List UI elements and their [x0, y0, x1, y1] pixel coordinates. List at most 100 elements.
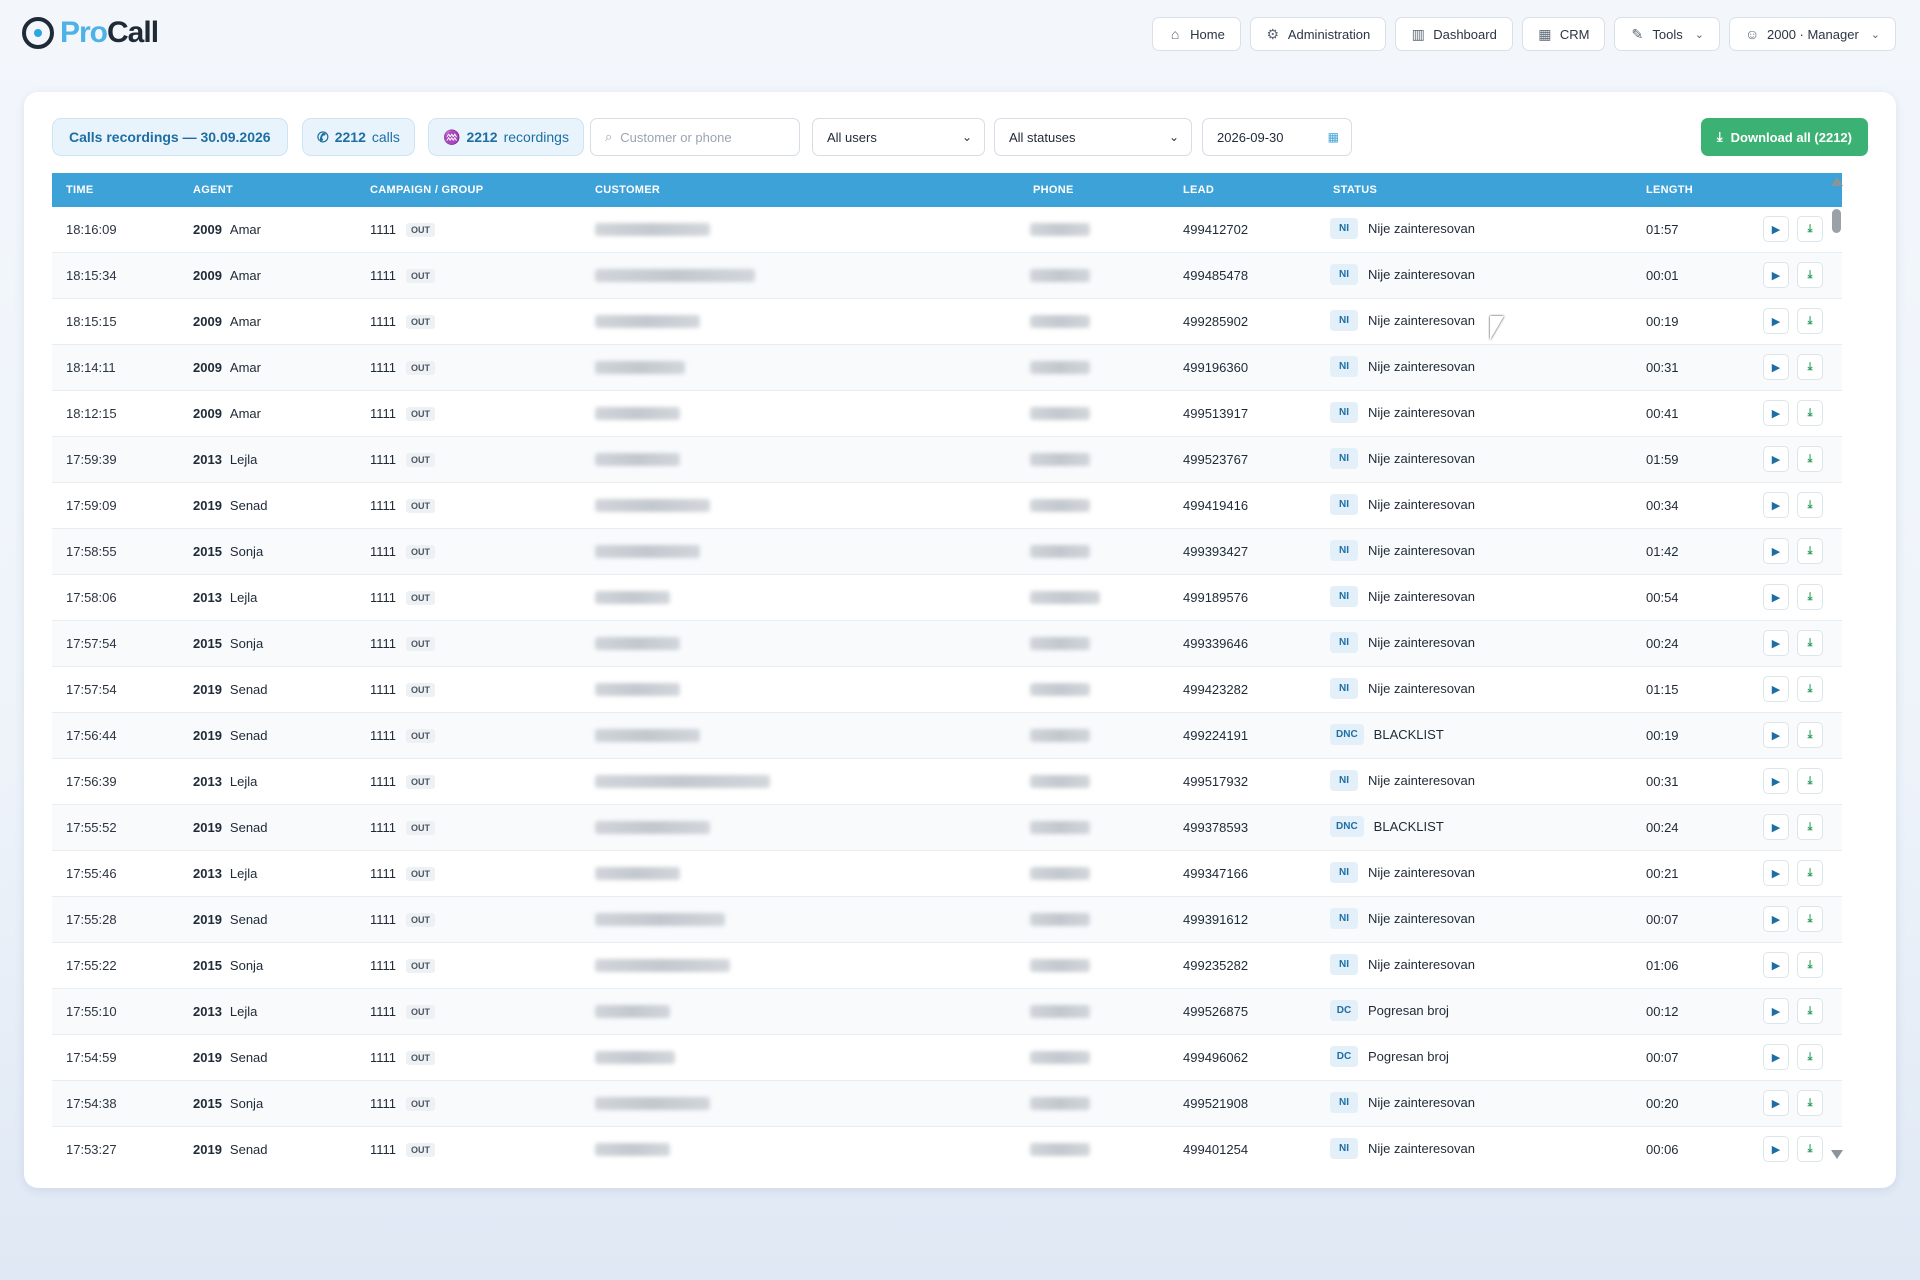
play-button[interactable]: ▶ [1763, 722, 1789, 748]
table-row[interactable]: 17:54:38 2015 Sonja 1111 OUT 499521908 NI Nije … [52, 1081, 1842, 1127]
table-row[interactable]: 17:55:52 2019 Senad 1111 OUT 499378593 DNC BLAC… [52, 805, 1842, 851]
col-time[interactable]: TIME [66, 184, 93, 196]
col-length[interactable]: LENGTH [1646, 184, 1693, 196]
download-button[interactable]: ⤓ [1797, 584, 1823, 610]
chevron-down-icon: ⌄ [1870, 28, 1880, 41]
play-button[interactable]: ▶ [1763, 446, 1789, 472]
play-button[interactable]: ▶ [1763, 216, 1789, 242]
play-button[interactable]: ▶ [1763, 676, 1789, 702]
download-button[interactable]: ⤓ [1797, 768, 1823, 794]
nav-dashboard-button[interactable]: ▥ Dashboard [1395, 17, 1513, 51]
play-button[interactable]: ▶ [1763, 860, 1789, 886]
col-customer[interactable]: CUSTOMER [595, 184, 660, 196]
table-row[interactable]: 17:54:59 2019 Senad 1111 OUT 499496062 DC Pogre… [52, 1035, 1842, 1081]
play-button[interactable]: ▶ [1763, 400, 1789, 426]
table-row[interactable]: 17:59:09 2019 Senad 1111 OUT 499419416 NI Nije … [52, 483, 1842, 529]
download-button[interactable]: ⤓ [1797, 262, 1823, 288]
download-button[interactable]: ⤓ [1797, 354, 1823, 380]
play-button[interactable]: ▶ [1763, 308, 1789, 334]
download-button[interactable]: ⤓ [1797, 676, 1823, 702]
status-select[interactable]: All statuses ⌄ [994, 118, 1192, 156]
table-row[interactable]: 17:58:55 2015 Sonja 1111 OUT 499393427 NI Nije … [52, 529, 1842, 575]
scroll-up-arrow-icon[interactable] [1831, 177, 1843, 186]
download-button[interactable]: ⤓ [1797, 492, 1823, 518]
col-status[interactable]: STATUS [1333, 184, 1377, 196]
download-button[interactable]: ⤓ [1797, 1044, 1823, 1070]
play-button[interactable]: ▶ [1763, 768, 1789, 794]
table-row[interactable]: 17:55:22 2015 Sonja 1111 OUT 499235282 NI Nije … [52, 943, 1842, 989]
procall-logo[interactable]: ProCall [22, 16, 159, 50]
lead-cell: 499496062 [1183, 1050, 1249, 1065]
col-agent[interactable]: AGENT [193, 184, 233, 196]
download-button[interactable]: ⤓ [1797, 860, 1823, 886]
download-all-button[interactable]: ⤓ Download all (2212) [1700, 118, 1868, 156]
play-button[interactable]: ▶ [1763, 538, 1789, 564]
nav-crm-button[interactable]: ▦ CRM [1521, 17, 1606, 51]
agent-cell: 2019 Senad [193, 728, 268, 743]
scrollbar[interactable] [1829, 173, 1843, 1163]
users-select[interactable]: All users ⌄ [812, 118, 985, 156]
play-button[interactable]: ▶ [1763, 1090, 1789, 1116]
play-button[interactable]: ▶ [1763, 584, 1789, 610]
agent-cell: 2009 Amar [193, 360, 261, 375]
download-button[interactable]: ⤓ [1797, 1090, 1823, 1116]
nav-tools-button[interactable]: ✎ Tools ⌄ [1614, 17, 1720, 51]
download-button[interactable]: ⤓ [1797, 998, 1823, 1024]
nav-2000-manager-button[interactable]: ☺ 2000 · Manager ⌄ [1729, 17, 1896, 51]
col-lead[interactable]: LEAD [1183, 184, 1214, 196]
table-row[interactable]: 17:53:27 2019 Senad 1111 OUT 499401254 NI Nije … [52, 1127, 1842, 1163]
status-cell: NI Nije zainteresovan [1330, 586, 1475, 607]
table-row[interactable]: 18:15:15 2009 Amar 1111 OUT 499285902 NI Nije z… [52, 299, 1842, 345]
table-row[interactable]: 18:14:11 2009 Amar 1111 OUT 499196360 NI Nije z… [52, 345, 1842, 391]
time-cell: 17:55:52 [66, 820, 117, 835]
play-button[interactable]: ▶ [1763, 492, 1789, 518]
download-button[interactable]: ⤓ [1797, 216, 1823, 242]
col-campaign[interactable]: CAMPAIGN / GROUP [370, 184, 483, 196]
table-row[interactable]: 18:16:09 2009 Amar 1111 OUT 499412702 NI Nije z… [52, 207, 1842, 253]
download-button[interactable]: ⤓ [1797, 814, 1823, 840]
play-button[interactable]: ▶ [1763, 1136, 1789, 1162]
nav-home-button[interactable]: ⌂ Home [1152, 17, 1241, 51]
agent-name: Lejla [229, 590, 258, 605]
table-row[interactable]: 17:57:54 2019 Senad 1111 OUT 499423282 NI Nije … [52, 667, 1842, 713]
play-button[interactable]: ▶ [1763, 262, 1789, 288]
search-input[interactable]: ⌕ Customer or phone [590, 118, 800, 156]
play-button[interactable]: ▶ [1763, 1044, 1789, 1070]
table-row[interactable]: 17:57:54 2015 Sonja 1111 OUT 499339646 NI Nije … [52, 621, 1842, 667]
download-button[interactable]: ⤓ [1797, 906, 1823, 932]
table-row[interactable]: 17:55:10 2013 Lejla 1111 OUT 499526875 DC Pogre… [52, 989, 1842, 1035]
download-button[interactable]: ⤓ [1797, 952, 1823, 978]
download-button[interactable]: ⤓ [1797, 1136, 1823, 1162]
table-row[interactable]: 17:55:28 2019 Senad 1111 OUT 499391612 NI Nije … [52, 897, 1842, 943]
play-button[interactable]: ▶ [1763, 952, 1789, 978]
download-button[interactable]: ⤓ [1797, 722, 1823, 748]
download-icon: ⤓ [1807, 912, 1813, 925]
scroll-down-arrow-icon[interactable] [1831, 1150, 1843, 1159]
col-phone[interactable]: PHONE [1033, 184, 1074, 196]
play-button[interactable]: ▶ [1763, 630, 1789, 656]
status-text: Pogresan broj [1368, 1049, 1449, 1064]
table-row[interactable]: 17:58:06 2013 Lejla 1111 OUT 499189576 NI Nije … [52, 575, 1842, 621]
download-button[interactable]: ⤓ [1797, 538, 1823, 564]
agent-id: 2013 [193, 1004, 222, 1019]
table-row[interactable]: 17:59:39 2013 Lejla 1111 OUT 499523767 NI Nije … [52, 437, 1842, 483]
time-cell: 17:56:44 [66, 728, 117, 743]
download-button[interactable]: ⤓ [1797, 630, 1823, 656]
table-row[interactable]: 18:12:15 2009 Amar 1111 OUT 499513917 NI Nije z… [52, 391, 1842, 437]
play-button[interactable]: ▶ [1763, 354, 1789, 380]
download-button[interactable]: ⤓ [1797, 446, 1823, 472]
play-button[interactable]: ▶ [1763, 814, 1789, 840]
table-row[interactable]: 17:56:44 2019 Senad 1111 OUT 499224191 DNC BLAC… [52, 713, 1842, 759]
table-row[interactable]: 17:56:39 2013 Lejla 1111 OUT 499517932 NI Nije … [52, 759, 1842, 805]
table-row[interactable]: 17:55:46 2013 Lejla 1111 OUT 499347166 NI Nije … [52, 851, 1842, 897]
table-row[interactable]: 18:15:34 2009 Amar 1111 OUT 499485478 NI Nije z… [52, 253, 1842, 299]
nav-administration-button[interactable]: ⚙ Administration [1249, 17, 1387, 51]
play-button[interactable]: ▶ [1763, 906, 1789, 932]
download-button[interactable]: ⤓ [1797, 308, 1823, 334]
time-cell: 17:57:54 [66, 682, 117, 697]
date-input[interactable]: 2026-09-30 ▦ [1202, 118, 1352, 156]
scroll-thumb[interactable] [1832, 209, 1841, 233]
play-button[interactable]: ▶ [1763, 998, 1789, 1024]
direction-badge: OUT [406, 729, 436, 743]
download-button[interactable]: ⤓ [1797, 400, 1823, 426]
